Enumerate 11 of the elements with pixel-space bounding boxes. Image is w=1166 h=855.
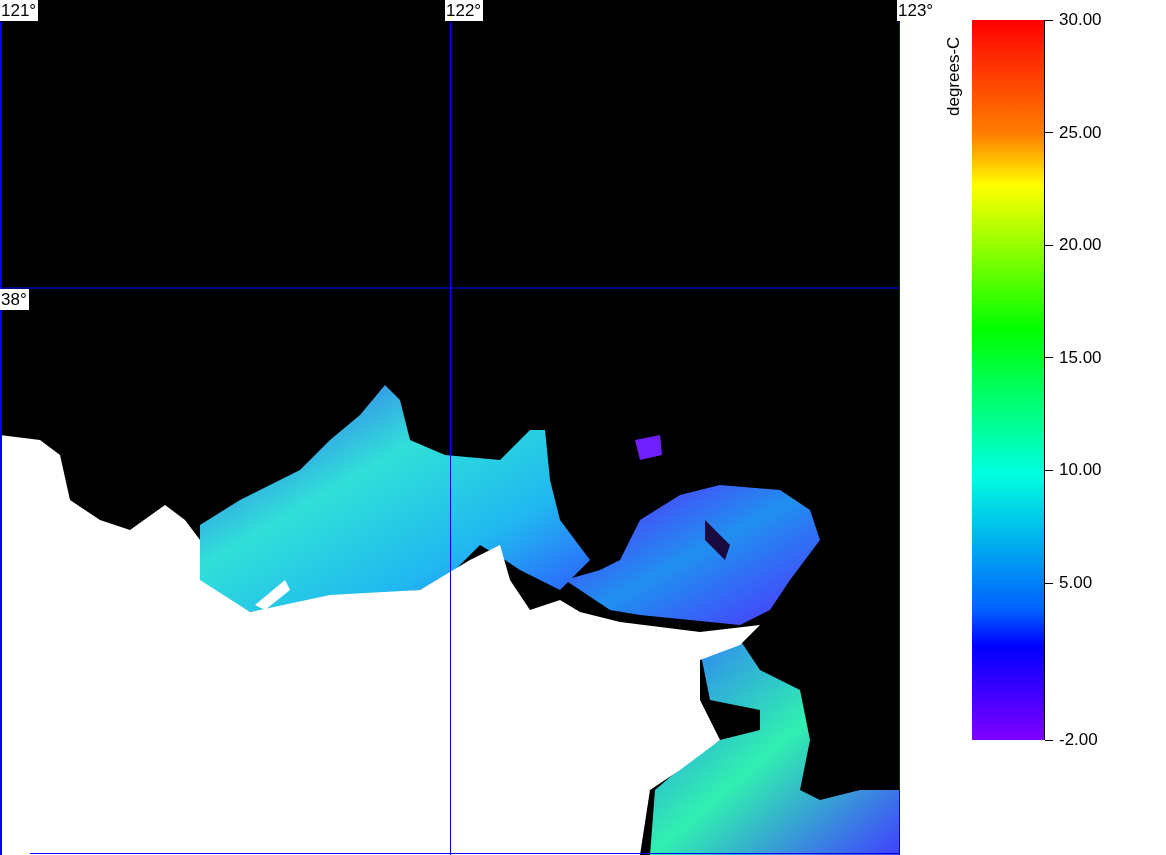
tick-label: 25.00	[1059, 122, 1102, 143]
tick-label: 10.00	[1059, 460, 1102, 481]
tick-label: -2.00	[1059, 730, 1098, 750]
tick-label: 5.00	[1059, 573, 1093, 593]
tick-label: 15.00	[1059, 347, 1102, 368]
latitude-label: 38°	[0, 289, 29, 310]
tick-label: 20.00	[1059, 235, 1102, 256]
colorbar-title: degrees-C	[944, 35, 964, 116]
tick-label: 30.00	[1059, 10, 1102, 30]
longitude-label: 121°	[0, 0, 39, 21]
longitude-label: 122°	[445, 0, 484, 21]
